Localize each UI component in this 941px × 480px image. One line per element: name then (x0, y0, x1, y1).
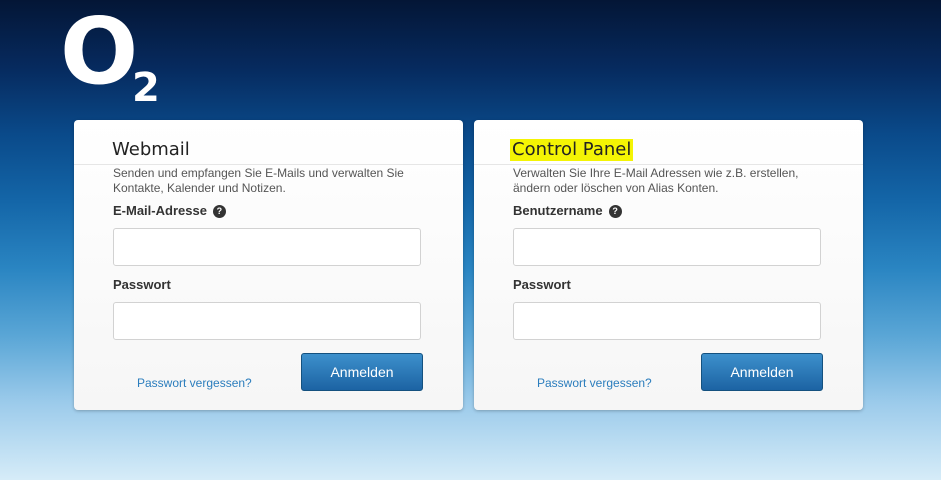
webmail-description: Senden und empfangen Sie E-Mails und ver… (113, 166, 404, 195)
password-label: Passwort (113, 277, 171, 292)
login-button[interactable]: Anmelden (301, 353, 423, 391)
username-label-text: Benutzername (513, 203, 603, 218)
login-button[interactable]: Anmelden (701, 353, 823, 391)
help-icon[interactable]: ? (212, 205, 226, 218)
username-input[interactable] (513, 228, 821, 266)
help-icon[interactable]: ? (608, 205, 622, 218)
control-panel-title: Control Panel (510, 139, 634, 161)
forgot-password-link[interactable]: Passwort vergessen? (537, 376, 652, 390)
control-panel-description: Verwalten Sie Ihre E-Mail Adressen wie z… (513, 166, 799, 195)
username-label: Benutzername? (513, 203, 622, 218)
panel-divider (474, 164, 863, 165)
email-label: E-Mail-Adresse? (113, 203, 226, 218)
webmail-login-panel: Webmail Senden und empfangen Sie E-Mails… (74, 120, 463, 410)
email-input[interactable] (113, 228, 421, 266)
password-input[interactable] (513, 302, 821, 340)
panel-divider (74, 164, 463, 165)
control-panel-login-panel: Control Panel Verwalten Sie Ihre E-Mail … (474, 120, 863, 410)
password-label: Passwort (513, 277, 571, 292)
logo-letter: O (60, 0, 139, 105)
password-input[interactable] (113, 302, 421, 340)
email-label-text: E-Mail-Adresse (113, 203, 207, 218)
webmail-title: Webmail (112, 139, 190, 160)
forgot-password-link[interactable]: Passwort vergessen? (137, 376, 252, 390)
logo-subscript: 2 (132, 65, 160, 111)
